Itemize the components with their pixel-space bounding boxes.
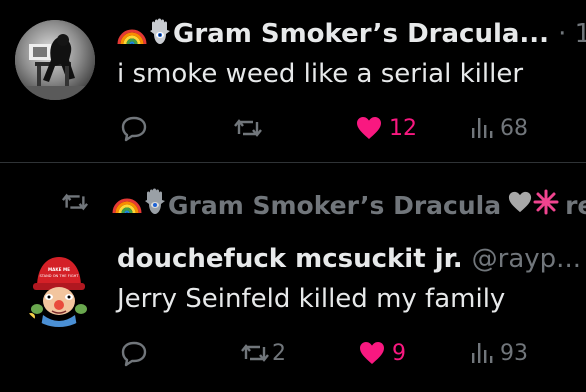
retweet-icon xyxy=(241,344,269,362)
retweet-icon xyxy=(234,119,262,137)
like-button[interactable]: 9 xyxy=(358,333,406,373)
tweet[interactable]: Gram Smoker’s Dracula rep MAKE ME xyxy=(0,163,586,392)
views-button[interactable]: 93 xyxy=(470,333,528,373)
heart-icon xyxy=(360,342,384,364)
avatar[interactable] xyxy=(15,20,95,100)
like-count: 9 xyxy=(392,340,406,366)
svg-text:MAKE ME: MAKE ME xyxy=(48,267,70,272)
avatar[interactable]: MAKE ME STAND ON THE FIGHT xyxy=(19,247,99,327)
author-handle[interactable]: @rayp... xyxy=(472,244,581,274)
tweet-text: i smoke weed like a serial killer xyxy=(117,59,524,89)
like-button[interactable]: 12 xyxy=(355,108,417,148)
view-count: 68 xyxy=(500,115,528,141)
retweet-label-suffix: rep xyxy=(565,190,586,220)
retweet-icon xyxy=(60,189,90,221)
svg-text:STAND ON THE FIGHT: STAND ON THE FIGHT xyxy=(39,274,79,278)
retweeted-by-name[interactable]: Gram Smoker’s Dracula xyxy=(168,191,501,220)
tweet-text: Jerry Seinfeld killed my family xyxy=(117,284,506,314)
rainbow-icon xyxy=(112,189,142,221)
rainbow-icon xyxy=(117,18,147,58)
sparkle-icon xyxy=(533,189,559,221)
like-count: 12 xyxy=(389,115,417,141)
avatar-image xyxy=(15,20,95,100)
action-bar: 12 68 xyxy=(0,108,586,148)
retweet-button[interactable]: 2 xyxy=(240,333,286,373)
tweet-header: douchefuck mcsuckit jr. @rayp... xyxy=(117,239,586,279)
views-chart-icon xyxy=(472,118,493,138)
author-name[interactable]: Gram Smoker’s Dracula... xyxy=(173,19,549,49)
hamsa-icon xyxy=(147,18,173,58)
tweet-header: Gram Smoker’s Dracula... · 1 xyxy=(117,14,586,58)
retweet-count: 2 xyxy=(272,340,286,366)
retweet-context[interactable]: Gram Smoker’s Dracula rep xyxy=(60,187,586,223)
reply-icon xyxy=(121,116,147,142)
reply-button[interactable] xyxy=(120,333,148,373)
action-bar: 2 9 93 xyxy=(0,333,586,373)
avatar-image: MAKE ME STAND ON THE FIGHT xyxy=(19,247,99,327)
view-count: 93 xyxy=(500,340,528,366)
tweet[interactable]: Gram Smoker’s Dracula... · 1 i smoke wee… xyxy=(0,0,586,162)
views-button[interactable]: 68 xyxy=(470,108,528,148)
hamsa-icon xyxy=(142,188,168,222)
heart-icon xyxy=(357,117,381,139)
reply-button[interactable] xyxy=(120,108,148,148)
reply-icon xyxy=(121,341,147,367)
views-chart-icon xyxy=(472,343,493,363)
author-name[interactable]: douchefuck mcsuckit jr. xyxy=(117,244,463,274)
retweet-button[interactable] xyxy=(233,108,263,148)
timestamp[interactable]: · 1 xyxy=(558,19,586,49)
grey-heart-icon xyxy=(507,190,533,220)
